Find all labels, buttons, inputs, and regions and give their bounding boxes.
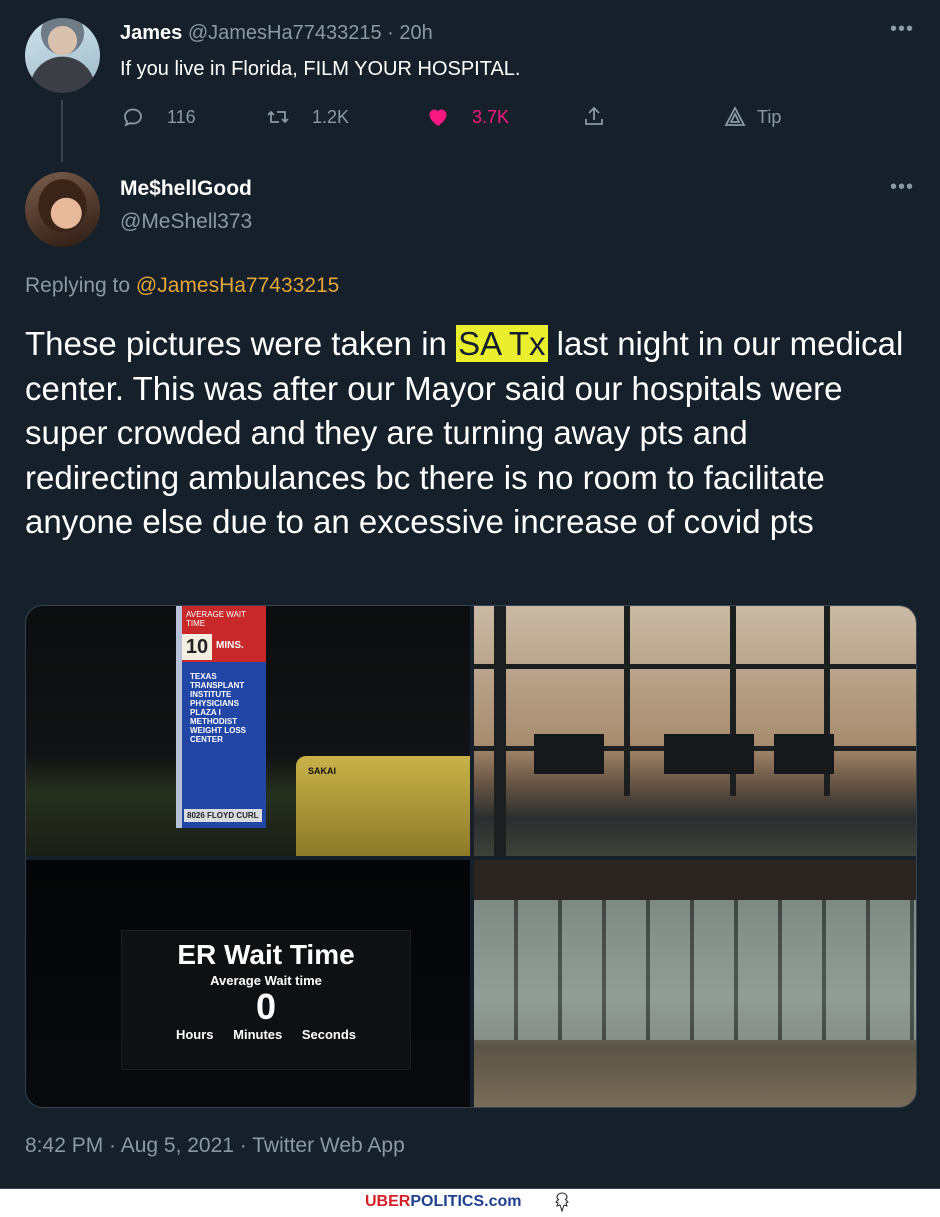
site-watermark: UBERPOLITICS.com: [365, 1193, 521, 1211]
sign-line: CENTER: [190, 735, 223, 744]
more-options-icon[interactable]: •••: [890, 176, 914, 199]
chair: [664, 734, 754, 774]
chair: [774, 734, 834, 774]
author-name[interactable]: James: [120, 22, 182, 44]
sign-line: WEIGHT LOSS: [190, 726, 246, 735]
thread-line: [61, 100, 63, 162]
er-title: ER Wait Time: [177, 939, 355, 970]
entrance-glass: [474, 900, 916, 1040]
parent-tweet-text: If you live in Florida, FILM YOUR HOSPIT…: [120, 58, 521, 80]
sign-directory: TEXAS TRANSPLANT INSTITUTE PHYSICIANS PL…: [190, 672, 246, 744]
reply-count: 116: [167, 106, 196, 127]
avatar-james[interactable]: [25, 18, 100, 93]
author-handle[interactable]: @MeShell373: [120, 210, 252, 234]
sign-top-text: AVERAGE WAIT TIME: [186, 610, 246, 628]
tip-icon: [724, 106, 746, 126]
author-handle[interactable]: @JamesHa77433215: [188, 22, 382, 44]
sign-mins-label: MINS.: [216, 640, 244, 651]
like-count: 3.7K: [472, 106, 510, 127]
sign-line: PLAZA I: [190, 708, 221, 717]
mention-link[interactable]: @JamesHa77433215: [136, 274, 339, 297]
watermark-politics: POLITICS.com: [410, 1193, 522, 1210]
tip-label: Tip: [757, 106, 782, 127]
retweet-count: 1.2K: [312, 106, 350, 127]
sign-line: INSTITUTE: [190, 690, 232, 699]
sign-line: PHYSICIANS: [190, 699, 239, 708]
chair: [534, 734, 604, 774]
reply-button[interactable]: 116: [121, 105, 196, 129]
share-button[interactable]: [582, 105, 628, 129]
sign-street: 8026 FLOYD CURL: [184, 809, 262, 822]
photo-er-entrance[interactable]: [474, 860, 916, 1107]
avatar-meshell[interactable]: [25, 172, 100, 247]
share-icon: [585, 106, 603, 125]
eagle-icon: [555, 1192, 569, 1213]
retweet-icon: [267, 110, 289, 124]
er-wait-board: ER Wait Time Average Wait time 0 Hours M…: [121, 930, 411, 1070]
replying-prefix: Replying to: [25, 274, 131, 297]
window-frame: [474, 664, 916, 669]
sign-minutes: 10: [182, 634, 212, 660]
construction-machine: SAKAI: [296, 756, 470, 856]
entrance-canopy: [474, 860, 916, 900]
tweet-time[interactable]: 20h: [399, 22, 432, 44]
hospital-sign: AVERAGE WAIT TIME 10 MINS. TEXAS TRANSPL…: [176, 606, 266, 828]
tweet-text-before: These pictures were taken in: [25, 325, 447, 362]
media-grid: AVERAGE WAIT TIME 10 MINS. TEXAS TRANSPL…: [25, 605, 917, 1108]
like-button[interactable]: 3.7K: [426, 105, 509, 129]
tip-button[interactable]: Tip: [723, 105, 781, 129]
watermark-uber: UBER: [365, 1193, 411, 1210]
retweet-button[interactable]: 1.2K: [266, 105, 349, 129]
sign-line: TRANSPLANT: [190, 681, 245, 690]
more-options-icon[interactable]: •••: [890, 18, 914, 41]
parent-tweet-header: James @JamesHa77433215 · 20h: [120, 22, 433, 45]
tweet-body: These pictures were taken in SA Tx last …: [25, 322, 905, 545]
er-units: Hours Minutes Seconds: [175, 1027, 357, 1042]
author-name[interactable]: Me$hellGood: [120, 177, 252, 201]
heart-icon: [429, 109, 447, 126]
er-value: 0: [255, 986, 277, 1027]
separator: ·: [387, 22, 394, 44]
tweet-timestamp[interactable]: 8:42 PM · Aug 5, 2021 · Twitter Web App: [25, 1134, 405, 1158]
photo-waiting-room[interactable]: [474, 606, 916, 856]
window-frame: [494, 606, 506, 856]
highlighted-text: SA Tx: [456, 325, 548, 362]
sign-line: METHODIST: [190, 717, 238, 726]
photo-hospital-sign[interactable]: AVERAGE WAIT TIME 10 MINS. TEXAS TRANSPL…: [26, 606, 470, 856]
reply-icon: [124, 108, 142, 127]
replying-to: Replying to @JamesHa77433215: [25, 274, 339, 298]
sign-line: TEXAS: [190, 672, 217, 681]
window-frame: [624, 606, 630, 796]
photo-er-wait-board[interactable]: ER Wait Time Average Wait time 0 Hours M…: [26, 860, 470, 1107]
machine-label: SAKAI: [308, 766, 337, 776]
